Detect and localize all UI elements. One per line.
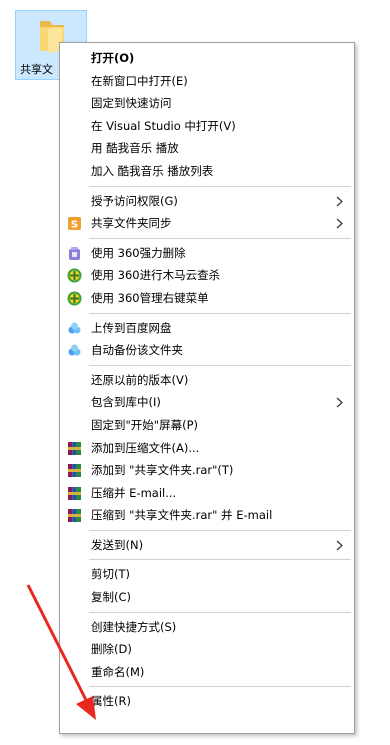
menu-item-label: 创建快捷方式(S) — [91, 619, 177, 634]
menu-item-label: 压缩并 E-mail... — [91, 485, 177, 500]
menu-item-label: 添加到 "共享文件夹.rar"(T) — [91, 463, 234, 478]
menu-item-add-archive[interactable]: 添加到压缩文件(A)... — [60, 437, 354, 460]
menu-item-add-to-rar[interactable]: 添加到 "共享文件夹.rar"(T) — [60, 459, 354, 482]
menu-item-label: 重命名(M) — [91, 664, 145, 679]
menu-item-open-new-window[interactable]: 在新窗口中打开(E) — [60, 70, 354, 93]
menu-item-give-access[interactable]: 授予访问权限(G) — [60, 190, 354, 213]
menu-item-include-library[interactable]: 包含到库中(I) — [60, 391, 354, 414]
menu-item-label: 发送到(N) — [91, 537, 144, 552]
menu-item-label: 自动备份该文件夹 — [91, 343, 183, 358]
winrar-icon — [68, 509, 81, 523]
menu-item-label: 删除(D) — [91, 642, 132, 657]
menu-item-label: 压缩到 "共享文件夹.rar" 并 E-mail — [91, 508, 273, 523]
menu-item-label: 包含到库中(I) — [91, 395, 161, 410]
menu-item-pin-quick-access[interactable]: 固定到快速访问 — [60, 92, 354, 115]
baidu-backup-icon — [68, 344, 81, 356]
menu-item-label: 使用 360进行木马云查杀 — [91, 268, 221, 283]
sync-s-icon: S — [68, 217, 81, 231]
menu-item-label: 授予访问权限(G) — [91, 193, 178, 208]
360-menu-icon — [67, 291, 82, 306]
menu-item-360-force-delete[interactable]: 使用 360强力删除 — [60, 242, 354, 265]
menu-item-label: 在 Visual Studio 中打开(V) — [91, 118, 236, 133]
menu-separator — [89, 686, 351, 688]
winrar-icon — [68, 441, 81, 455]
menu-separator — [89, 237, 351, 239]
360-delete-icon — [69, 246, 80, 260]
menu-item-label: 使用 360强力删除 — [91, 245, 186, 260]
menu-item-compress-email[interactable]: 压缩并 E-mail... — [60, 482, 354, 505]
menu-separator — [89, 611, 351, 613]
menu-item-send-to[interactable]: 发送到(N) — [60, 534, 354, 557]
360-scan-icon — [67, 268, 82, 283]
folder-label: 共享文 — [20, 63, 53, 76]
menu-item-create-shortcut[interactable]: 创建快捷方式(S) — [60, 616, 354, 639]
context-menu: 打开(O) 在新窗口中打开(E) 固定到快速访问 在 Visual Studio… — [59, 42, 355, 734]
menu-item-label: 在新窗口中打开(E) — [91, 73, 188, 88]
menu-item-360-trojan-scan[interactable]: 使用 360进行木马云查杀 — [60, 264, 354, 287]
menu-item-delete[interactable]: 删除(D) — [60, 638, 354, 661]
menu-item-cut[interactable]: 剪切(T) — [60, 563, 354, 586]
menu-item-restore-versions[interactable]: 还原以前的版本(V) — [60, 369, 354, 392]
menu-item-upload-baidu[interactable]: 上传到百度网盘 — [60, 317, 354, 340]
menu-item-copy[interactable]: 复制(C) — [60, 586, 354, 609]
menu-item-compress-rar-email[interactable]: 压缩到 "共享文件夹.rar" 并 E-mail — [60, 504, 354, 527]
menu-item-label: 使用 360管理右键菜单 — [91, 290, 209, 305]
menu-item-label: 属性(R) — [91, 694, 131, 709]
menu-item-360-manage-menu[interactable]: 使用 360管理右键菜单 — [60, 287, 354, 310]
menu-item-label: 还原以前的版本(V) — [91, 372, 189, 387]
menu-item-auto-backup[interactable]: 自动备份该文件夹 — [60, 339, 354, 362]
svg-text:S: S — [71, 220, 78, 231]
menu-item-play-kuwo[interactable]: 用 酷我音乐 播放 — [60, 137, 354, 160]
menu-item-open-visual-studio[interactable]: 在 Visual Studio 中打开(V) — [60, 115, 354, 138]
menu-item-label: 打开(O) — [91, 51, 135, 65]
menu-item-label: 用 酷我音乐 播放 — [91, 141, 179, 156]
winrar-icon — [68, 464, 81, 478]
menu-separator — [89, 364, 351, 366]
menu-separator — [89, 529, 351, 531]
menu-item-label: 添加到压缩文件(A)... — [91, 440, 200, 455]
menu-item-label: 上传到百度网盘 — [91, 320, 172, 335]
menu-item-label: 剪切(T) — [91, 567, 130, 582]
menu-item-label: 加入 酷我音乐 播放列表 — [91, 163, 214, 178]
menu-item-pin-start[interactable]: 固定到"开始"屏幕(P) — [60, 414, 354, 437]
menu-item-open[interactable]: 打开(O) — [60, 47, 354, 70]
chevron-right-icon — [336, 196, 343, 207]
chevron-right-icon — [336, 397, 343, 408]
menu-item-label: 固定到快速访问 — [91, 96, 172, 111]
chevron-right-icon — [336, 218, 343, 229]
menu-item-label: 固定到"开始"屏幕(P) — [91, 417, 198, 432]
winrar-icon — [68, 486, 81, 500]
menu-item-shared-folder-sync[interactable]: S 共享文件夹同步 — [60, 212, 354, 235]
menu-item-properties[interactable]: 属性(R) — [60, 690, 354, 713]
menu-item-label: 复制(C) — [91, 590, 132, 605]
menu-separator — [89, 559, 351, 561]
baidu-cloud-icon — [68, 322, 81, 334]
chevron-right-icon — [336, 540, 343, 551]
menu-item-rename[interactable]: 重命名(M) — [60, 661, 354, 684]
menu-separator — [89, 312, 351, 314]
menu-separator — [89, 185, 351, 187]
menu-item-add-kuwo-playlist[interactable]: 加入 酷我音乐 播放列表 — [60, 160, 354, 183]
menu-item-label: 共享文件夹同步 — [91, 216, 172, 231]
